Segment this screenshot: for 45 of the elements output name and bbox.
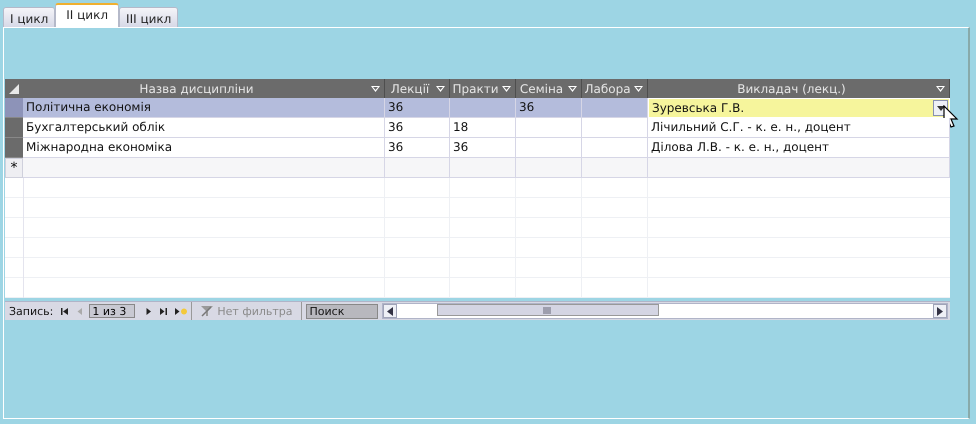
table-cell: 36 bbox=[450, 138, 516, 158]
dropdown-icon[interactable] bbox=[634, 86, 643, 92]
dropdown-icon[interactable] bbox=[502, 86, 511, 92]
table-cell: 18 bbox=[450, 118, 516, 138]
table-cell: Політична економія bbox=[23, 98, 385, 118]
tab[interactable]: II цикл bbox=[55, 3, 120, 27]
table-cell[interactable] bbox=[648, 158, 950, 178]
row-selector[interactable] bbox=[5, 138, 23, 158]
table-cell: Міжнародна економіка bbox=[23, 138, 385, 158]
table-cell[interactable] bbox=[23, 158, 385, 178]
filter-icon bbox=[200, 305, 214, 317]
record-position-field[interactable]: 1 из 3 bbox=[89, 304, 136, 318]
row-selector[interactable] bbox=[5, 118, 23, 138]
scroll-thumb[interactable] bbox=[436, 304, 659, 316]
dropdown-icon[interactable] bbox=[371, 86, 380, 92]
next-record-icon bbox=[144, 306, 154, 316]
last-record-icon bbox=[159, 306, 168, 316]
table-cell: 36 bbox=[516, 98, 582, 118]
table-cell: 36 bbox=[385, 98, 450, 118]
dropdown-icon[interactable] bbox=[568, 86, 577, 92]
search-field[interactable]: Поиск bbox=[306, 304, 378, 318]
table-cell[interactable] bbox=[582, 158, 648, 178]
first-record-icon bbox=[60, 306, 70, 316]
scroll-left-icon bbox=[386, 306, 393, 316]
table-cell: 36 bbox=[385, 118, 450, 138]
new-row-marker: * bbox=[5, 158, 23, 178]
table-cell: Ділова Л.В. - к. е. н., доцент bbox=[648, 138, 950, 158]
grip-icon bbox=[543, 306, 552, 314]
table-cell[interactable] bbox=[516, 158, 582, 178]
new-record-icon bbox=[174, 306, 188, 316]
table-cell[interactable] bbox=[450, 158, 516, 178]
table-cell: 36 bbox=[385, 138, 450, 158]
table-cell: Бухгалтерський облік bbox=[23, 118, 385, 138]
table-cell: Лічильний С.Г. - к. е. н., доцент bbox=[648, 118, 950, 138]
scroll-right-icon bbox=[937, 306, 943, 316]
horizontal-scrollbar[interactable] bbox=[382, 303, 948, 319]
table-cell[interactable] bbox=[385, 158, 450, 178]
dropdown-icon[interactable] bbox=[436, 86, 445, 92]
record-label: Запись: bbox=[8, 304, 54, 318]
select-all-icon bbox=[9, 84, 19, 94]
tab[interactable]: III цикл bbox=[119, 7, 178, 27]
caret-icon bbox=[936, 106, 944, 110]
tab[interactable]: I цикл bbox=[3, 7, 56, 27]
previous-record-icon bbox=[75, 306, 84, 316]
dropdown-icon[interactable] bbox=[936, 86, 945, 92]
